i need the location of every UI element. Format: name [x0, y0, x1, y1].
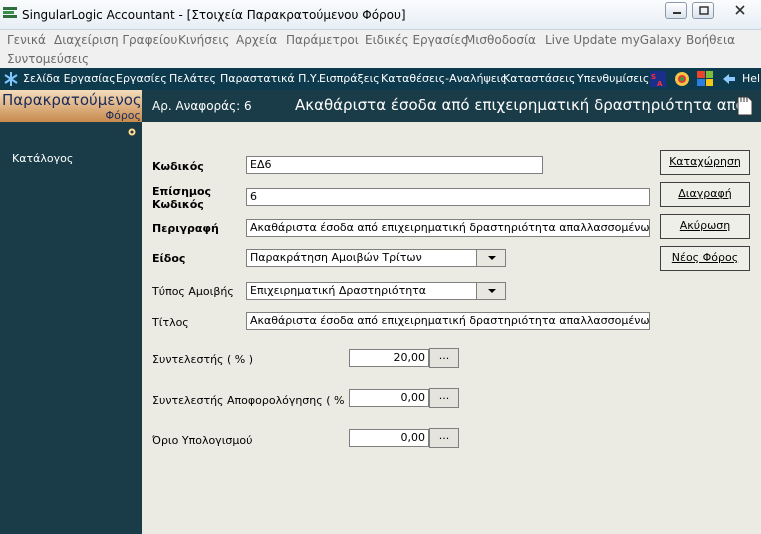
- windows-icon[interactable]: [697, 71, 713, 87]
- menu-office-management[interactable]: Διαχείριση Γραφείου: [54, 33, 177, 47]
- back-arrow-icon[interactable]: [721, 71, 737, 87]
- shortcut-toolbar: Σελίδα Εργασίας Εργασίες Πελάτες Παραστα…: [0, 68, 761, 90]
- left-panel-subtitle: Φόρος: [105, 109, 141, 122]
- title-bar: SingularLogic Accountant - [Στοιχεία Παρ…: [0, 0, 761, 30]
- catalog-link[interactable]: Κατάλογος: [12, 152, 73, 165]
- snowflake-icon: [4, 72, 18, 86]
- sa-logo-icon[interactable]: S A: [650, 71, 666, 87]
- reference-label: Αρ. Αναφοράς:: [152, 99, 241, 113]
- maximize-button[interactable]: [692, 2, 714, 19]
- official-code-field[interactable]: 6: [246, 188, 650, 206]
- reference-number: Αρ. Αναφοράς: 6: [152, 99, 252, 113]
- discharge-rate-label: Συντελεστής Αποφορολόγησης ( % ): [152, 394, 353, 407]
- limit-label: Όριο Υπολογισμού: [152, 434, 253, 447]
- description-label: Περιγραφή: [152, 222, 219, 235]
- menu-mygalaxy[interactable]: myGalaxy: [621, 33, 681, 47]
- menu-general[interactable]: Γενικά: [7, 33, 46, 47]
- rate-field[interactable]: 20,00: [349, 349, 429, 367]
- save-button[interactable]: Καταχώρηση: [660, 150, 750, 175]
- menu-bar: Γενικά Διαχείριση Γραφείου Κινήσεις Αρχε…: [0, 30, 761, 68]
- toolbar-tasks[interactable]: Εργασίες: [116, 72, 167, 85]
- toolbar-reminders[interactable]: Υπενθυμίσεις: [577, 72, 649, 85]
- minimize-icon: [673, 12, 681, 14]
- galaxy-icon[interactable]: [674, 71, 690, 87]
- new-tax-button[interactable]: Νέος Φόρος: [660, 246, 750, 271]
- type-dropdown-button[interactable]: [476, 249, 506, 267]
- type-label: Είδος: [152, 252, 186, 265]
- pin-icon[interactable]: [127, 127, 137, 137]
- menu-payroll[interactable]: Μισθοδοσία: [465, 33, 536, 47]
- menu-shortcuts[interactable]: Συντομεύσεις: [7, 52, 89, 66]
- cancel-button[interactable]: Ακύρωση: [660, 214, 750, 239]
- menu-help[interactable]: Βοήθεια: [686, 33, 735, 47]
- window-title: SingularLogic Accountant - [Στοιχεία Παρ…: [22, 8, 406, 22]
- maximize-icon: [699, 6, 709, 15]
- close-button[interactable]: [719, 2, 761, 19]
- limit-field[interactable]: 0,00: [349, 429, 429, 447]
- document-icon[interactable]: [736, 96, 754, 116]
- app-logo-icon: [3, 7, 17, 21]
- code-label: Κωδικός: [152, 160, 204, 173]
- toolbar-customers[interactable]: Πελάτες: [169, 72, 216, 85]
- discharge-rate-field[interactable]: 0,00: [349, 389, 429, 407]
- discharge-rate-lookup-button[interactable]: ...: [429, 388, 459, 408]
- left-panel-title: Παρακρατούμενος: [2, 91, 142, 109]
- close-icon: [735, 5, 745, 15]
- type-select[interactable]: Παρακράτηση Αμοιβών Τρίτων: [246, 249, 477, 267]
- toolbar-help[interactable]: Help: [742, 72, 761, 85]
- toolbar-receipts[interactable]: Εισπράξεις: [319, 72, 380, 85]
- tax-form: Κωδικός ΕΔ6 Επίσημος Κωδικός 6 Περιγραφή…: [142, 122, 761, 534]
- left-panel: Παρακρατούμενος Φόρος Κατάλογος: [0, 90, 142, 534]
- rate-lookup-button[interactable]: ...: [429, 348, 459, 368]
- code-field[interactable]: ΕΔ6: [246, 156, 543, 174]
- limit-lookup-button[interactable]: ...: [429, 428, 459, 448]
- record-title: Ακαθάριστα έσοδα από επιχειρηματική δρασ…: [295, 96, 751, 114]
- toolbar-deposits[interactable]: Καταθέσεις-Αναλήψεις: [381, 72, 507, 85]
- menu-special-tasks[interactable]: Ειδικές Εργασίες: [365, 33, 468, 47]
- fee-type-select[interactable]: Επιχειρηματική Δραστηριότητα: [246, 282, 477, 300]
- description-field[interactable]: Ακαθάριστα έσοδα από επιχειρηματική δρασ…: [246, 219, 650, 237]
- reference-value: 6: [243, 99, 252, 113]
- menu-parameters[interactable]: Παράμετροι: [286, 33, 359, 47]
- caption-label: Τίτλος: [152, 316, 189, 329]
- menu-live-update[interactable]: Live Update: [545, 33, 617, 47]
- menu-transactions[interactable]: Κινήσεις: [178, 33, 229, 47]
- menu-files[interactable]: Αρχεία: [236, 33, 277, 47]
- delete-button[interactable]: Διαγραφή: [660, 182, 750, 207]
- fee-type-dropdown-button[interactable]: [476, 282, 506, 300]
- svg-text:A: A: [657, 80, 663, 87]
- toolbar-work-page[interactable]: Σελίδα Εργασίας: [23, 72, 116, 85]
- official-code-label-line1: Επίσημος: [152, 185, 212, 198]
- toolbar-reports[interactable]: Καταστάσεις: [503, 72, 575, 85]
- fee-type-label: Τύπος Αμοιβής: [152, 285, 234, 298]
- toolbar-documents[interactable]: Παραστατικά Π.Υ.: [220, 72, 320, 85]
- record-header: Αρ. Αναφοράς: 6 Ακαθάριστα έσοδα από επι…: [142, 90, 761, 122]
- official-code-label-line2: Κωδικός: [152, 198, 204, 211]
- minimize-button[interactable]: [665, 2, 687, 19]
- left-panel-header: Παρακρατούμενος Φόρος: [0, 90, 142, 122]
- rate-label: Συντελεστής ( % ): [152, 353, 254, 366]
- svg-text:S: S: [651, 73, 656, 81]
- caption-field[interactable]: Ακαθάριστα έσοδα από επιχειρηματική δρασ…: [246, 312, 650, 330]
